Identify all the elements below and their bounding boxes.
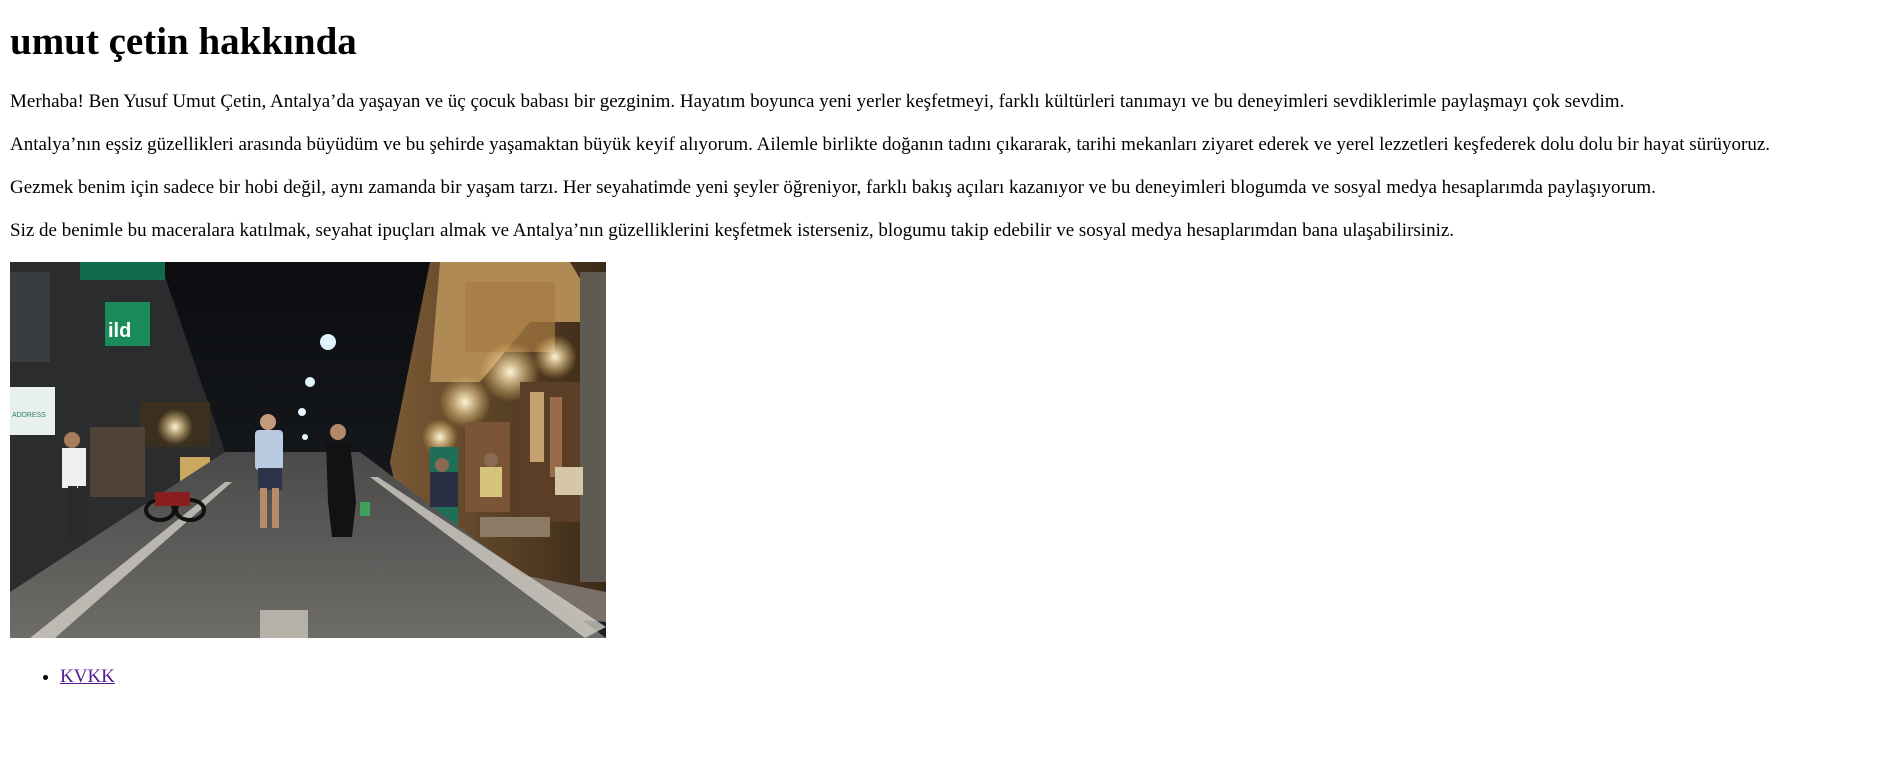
footer-links: KVKK (10, 666, 1881, 688)
page-content: umut çetin hakkında Merhaba! Ben Yusuf U… (0, 20, 1891, 688)
sign-text-2: ADDRESS (12, 412, 46, 419)
list-item: KVKK (60, 666, 1881, 688)
page-title: umut çetin hakkında (10, 20, 357, 63)
paragraph-antalya: Antalya’nın eşsiz güzellikleri arasında … (10, 133, 1771, 155)
night-street-market-photo: ild ADDRESS (10, 261, 606, 638)
paragraph-follow: Siz de benimle bu maceralara katılmak, s… (10, 219, 1455, 241)
paragraph-intro: Merhaba! Ben Yusuf Umut Çetin, Antalya’d… (10, 90, 1625, 112)
sign-text-1: ild (108, 320, 131, 342)
paragraph-lifestyle: Gezmek benim için sadece bir hobi değil,… (10, 176, 1656, 198)
kvkk-link[interactable]: KVKK (60, 666, 115, 687)
